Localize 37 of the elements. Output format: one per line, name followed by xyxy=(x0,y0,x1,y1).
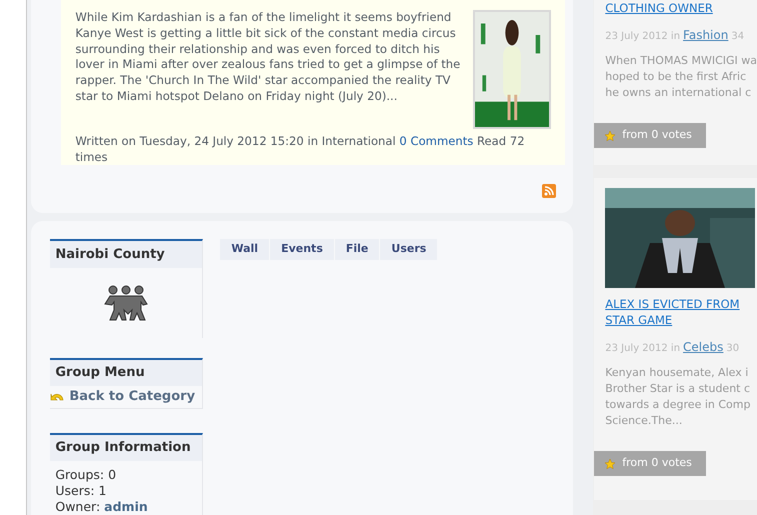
category-link[interactable]: Celebs xyxy=(683,338,724,356)
excerpt-line: Kenyan housemate, Alex i xyxy=(605,365,750,381)
hits-count: 30 xyxy=(726,342,740,356)
excerpt-line: Science.The... xyxy=(605,413,684,429)
tab[interactable]: Wall xyxy=(220,239,270,260)
article-meta: Written on Tuesday, 24 July 2012 15:20 in International 0 Comments Read 72 times xyxy=(75,133,526,165)
menu-title: Group Menu xyxy=(50,360,202,386)
back-to-category-link[interactable]: Back to Category xyxy=(50,386,202,408)
info-line: Groups: 0 xyxy=(55,467,118,483)
star-icon xyxy=(604,130,616,142)
comments-link[interactable]: 0 Comments xyxy=(399,134,474,148)
star-icon xyxy=(604,458,616,470)
category-link[interactable]: Fashion xyxy=(683,26,728,44)
excerpt-line: Brother Star is a student c xyxy=(605,381,752,397)
info-line: Owner: admin xyxy=(55,499,149,515)
article-title-link[interactable]: STAR GAME xyxy=(605,312,672,328)
article-summary: While Kim Kardashian is a fan of the limelight it seems boyfriend Kanye West is getting a little bit sick of the constant media circus surrounding their relationship and was even forced to ditch his lover in Miami after over zealous fans tried to get a glimpse of the rapper. The 'Church In The Wild' star accompanied the reality TV star to Miami hotspot Delano on Friday night (July 20)... xyxy=(75,10,462,105)
group-name: Nairobi County xyxy=(50,241,202,268)
tab[interactable]: Events xyxy=(270,239,334,260)
excerpt-line: When THOMAS MWICIGI wa xyxy=(605,53,757,69)
excerpt-line: he owns an international c xyxy=(605,85,752,101)
owner-link[interactable]: admin xyxy=(104,499,148,514)
tab[interactable]: File xyxy=(334,239,380,260)
votes-text: from 0 votes xyxy=(622,127,692,144)
rss-icon[interactable] xyxy=(542,184,556,198)
info-line: Users: 1 xyxy=(55,483,108,499)
hits-count: 34 xyxy=(731,30,744,44)
people-group-icon xyxy=(102,284,150,322)
article-date: 23 July 2012 in xyxy=(605,342,680,356)
tab[interactable]: Users xyxy=(380,239,438,260)
excerpt-line: hoped to be the first Afric xyxy=(605,69,748,85)
article-title-link[interactable]: ALEX IS EVICTED FROM xyxy=(605,296,740,312)
article-title-link[interactable]: CLOTHING OWNER xyxy=(605,0,713,16)
votes-text: from 0 votes xyxy=(622,455,692,472)
info-title: Group Information xyxy=(50,435,202,461)
article-date: 23 July 2012 in xyxy=(605,30,680,44)
excerpt-line: towards a degree in Comp xyxy=(605,397,752,413)
